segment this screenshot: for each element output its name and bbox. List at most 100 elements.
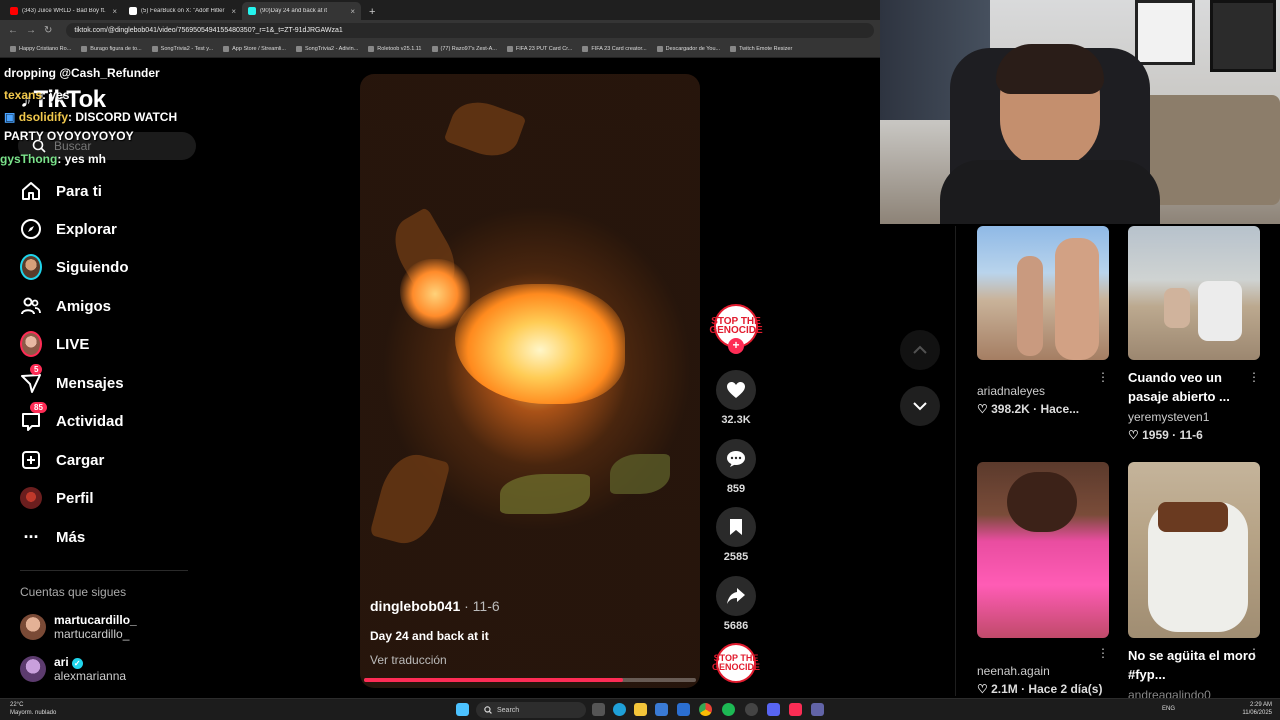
recommended-video-card[interactable]: ⋮ ariadnaleyes ♡ 398.2K · Hace... bbox=[977, 226, 1109, 416]
bookmark-label: Twitch Emote Resizer bbox=[739, 46, 793, 52]
comment-button[interactable]: 859 bbox=[714, 439, 758, 495]
url-input[interactable]: tiktok.com/@dinglebob041/video/756950549… bbox=[66, 23, 874, 38]
weather-widget[interactable]: 22°C Mayorm. nublado bbox=[10, 701, 56, 717]
store-icon[interactable] bbox=[655, 703, 668, 716]
sidebar-item-actividad[interactable]: 85 Actividad bbox=[20, 402, 124, 432]
sidebar-item-mensajes[interactable]: 5 Mensajes bbox=[20, 364, 124, 394]
taskbar-search[interactable]: Search bbox=[476, 702, 586, 718]
browser-tab[interactable]: (5) FearBuck on X: "Adolf Hitler × bbox=[123, 2, 242, 20]
bookmark-item[interactable]: Burago figura de to... bbox=[81, 46, 142, 52]
windows-start-icon[interactable] bbox=[456, 703, 469, 716]
comment-icon bbox=[716, 439, 756, 479]
previous-video-button[interactable] bbox=[900, 330, 940, 370]
recommended-video-card[interactable]: ⋮ No se agüita el moro #fyp... andreagal… bbox=[1128, 462, 1260, 702]
creator-avatar-button[interactable]: STOP THE GENOCIDE + bbox=[709, 304, 763, 354]
bookmark-icon bbox=[81, 46, 88, 52]
next-video-button[interactable] bbox=[900, 386, 940, 426]
more-options-icon[interactable]: ⋮ bbox=[1097, 646, 1109, 660]
video-author[interactable]: dinglebob041 · 11-6 bbox=[370, 598, 500, 614]
share-icon bbox=[716, 576, 756, 616]
bookmark-icon bbox=[368, 46, 375, 52]
bookmark-item[interactable]: FIFA 23 Card creator... bbox=[582, 46, 647, 52]
browser-tab-active[interactable]: (90)Day 24 and back at it × bbox=[242, 2, 361, 20]
sidebar-item-amigos[interactable]: Amigos bbox=[20, 295, 111, 317]
see-translation-link[interactable]: Ver traducción bbox=[370, 653, 447, 667]
video-user: neenah.again bbox=[977, 664, 1050, 678]
panel-divider bbox=[955, 226, 956, 696]
chat-message: dropping @Cash_Refunder bbox=[4, 66, 160, 80]
file-explorer-icon[interactable] bbox=[634, 703, 647, 716]
bookmark-label: FIFA 23 Card creator... bbox=[591, 46, 647, 52]
sidebar-item-explorar[interactable]: Explorar bbox=[20, 218, 117, 240]
bookmark-item[interactable]: Descargador de You... bbox=[656, 46, 720, 52]
language-indicator[interactable]: ENG bbox=[1162, 706, 1175, 712]
more-options-icon[interactable]: ⋮ bbox=[1248, 646, 1260, 660]
chat-text: : yes mh bbox=[57, 152, 107, 166]
task-view-icon[interactable] bbox=[592, 703, 605, 716]
video-player[interactable]: dinglebob041 · 11-6 Day 24 and back at i… bbox=[360, 74, 700, 688]
forward-icon[interactable]: → bbox=[26, 25, 36, 36]
followed-account[interactable]: martucardillo_ martucardillo_ bbox=[20, 613, 137, 641]
teams-icon[interactable] bbox=[811, 703, 824, 716]
video-stats: ♡ 1959 · 11-6 bbox=[1128, 428, 1203, 442]
bookmark-item[interactable]: FIFA 23 PUT Card Cr... bbox=[506, 46, 572, 52]
more-options-icon[interactable]: ⋮ bbox=[1097, 370, 1109, 384]
video-progress-bar[interactable] bbox=[364, 678, 696, 682]
bookmark-item[interactable]: Roletoob v25.1.11 bbox=[368, 46, 422, 52]
sidebar-item-live[interactable]: LIVE bbox=[20, 331, 89, 357]
sidebar-item-siguiendo[interactable]: Siguiendo bbox=[20, 254, 129, 280]
sound-avatar-button[interactable]: STOP THE GENOCIDE bbox=[712, 643, 760, 683]
like-button[interactable]: 32.3K bbox=[714, 370, 758, 426]
close-tab-icon[interactable]: × bbox=[112, 7, 117, 16]
chrome-icon[interactable] bbox=[699, 703, 712, 716]
sidebar-item-label: Cargar bbox=[56, 451, 105, 469]
bookmark-label: (77) Razo97's Zest-A... bbox=[440, 46, 497, 52]
obs-icon[interactable] bbox=[745, 703, 758, 716]
recommended-video-card[interactable]: ⋮ neenah.again ♡ 2.1M · Hace 2 día(s) bbox=[977, 462, 1109, 696]
sound-avatar: STOP THE GENOCIDE bbox=[712, 643, 760, 683]
spotify-icon[interactable] bbox=[722, 703, 735, 716]
more-options-icon[interactable]: ⋮ bbox=[1248, 370, 1260, 384]
reload-icon[interactable]: ↻ bbox=[44, 25, 52, 36]
bookmark-icon bbox=[506, 46, 513, 52]
live-avatar bbox=[20, 331, 42, 357]
friends-icon bbox=[20, 295, 42, 317]
bookmark-item[interactable]: Happy Cristiano Ro... bbox=[10, 46, 71, 52]
bookmark-item[interactable]: Twitch Emote Resizer bbox=[730, 46, 792, 52]
tab-title: (90)Day 24 and back at it bbox=[260, 8, 328, 14]
system-clock[interactable]: 2:29 AM 11/06/2025 bbox=[1242, 701, 1272, 717]
bookmark-item[interactable]: (77) Razo97's Zest-A... bbox=[431, 46, 497, 52]
bookmark-icon bbox=[582, 46, 589, 52]
sidebar-item-perfil[interactable]: Perfil bbox=[20, 487, 94, 509]
close-tab-icon[interactable]: × bbox=[350, 7, 355, 16]
sidebar-item-cargar[interactable]: Cargar bbox=[20, 449, 104, 471]
sidebar-item-mas[interactable]: ··· Más bbox=[20, 526, 86, 548]
bookmark-item[interactable]: SongTrivia2 - Test y... bbox=[151, 46, 213, 52]
bookmark-item[interactable]: App Store / Streamli... bbox=[223, 46, 286, 52]
back-icon[interactable]: ← bbox=[8, 25, 18, 36]
avatar bbox=[20, 614, 46, 640]
sidebar-item-para-ti[interactable]: Para ti bbox=[20, 180, 102, 202]
recommended-video-card[interactable]: ⋮ Cuando veo un pasaje abierto ... yerem… bbox=[1128, 226, 1260, 442]
bookmark-item[interactable]: SongTrivia2 - Adivin... bbox=[295, 46, 359, 52]
close-tab-icon[interactable]: × bbox=[231, 7, 236, 16]
chevron-up-icon bbox=[913, 345, 927, 354]
new-tab-button[interactable]: + bbox=[361, 6, 383, 20]
bookmark-label: App Store / Streamli... bbox=[232, 46, 286, 52]
follow-plus-icon[interactable]: + bbox=[728, 338, 744, 354]
following-avatar bbox=[20, 254, 42, 280]
mail-icon[interactable] bbox=[677, 703, 690, 716]
save-button[interactable]: 2585 bbox=[714, 507, 758, 563]
music-icon[interactable] bbox=[789, 703, 802, 716]
followed-account[interactable]: ari ✓ alexmarianna bbox=[20, 655, 126, 683]
edge-icon[interactable] bbox=[613, 703, 626, 716]
flame-shape bbox=[400, 259, 470, 329]
browser-tab[interactable]: (343) Juice WRLD - Bad Boy ft. × bbox=[4, 2, 123, 20]
bookmark-label: SongTrivia2 - Adivin... bbox=[304, 46, 359, 52]
tab-title: (5) FearBuck on X: "Adolf Hitler bbox=[141, 8, 225, 14]
share-button[interactable]: 5686 bbox=[714, 576, 758, 632]
verified-icon: ✓ bbox=[71, 658, 83, 669]
search-icon bbox=[484, 706, 492, 714]
chat-text: PARTY OYOYOYOYOY bbox=[4, 129, 134, 143]
discord-icon[interactable] bbox=[767, 703, 780, 716]
